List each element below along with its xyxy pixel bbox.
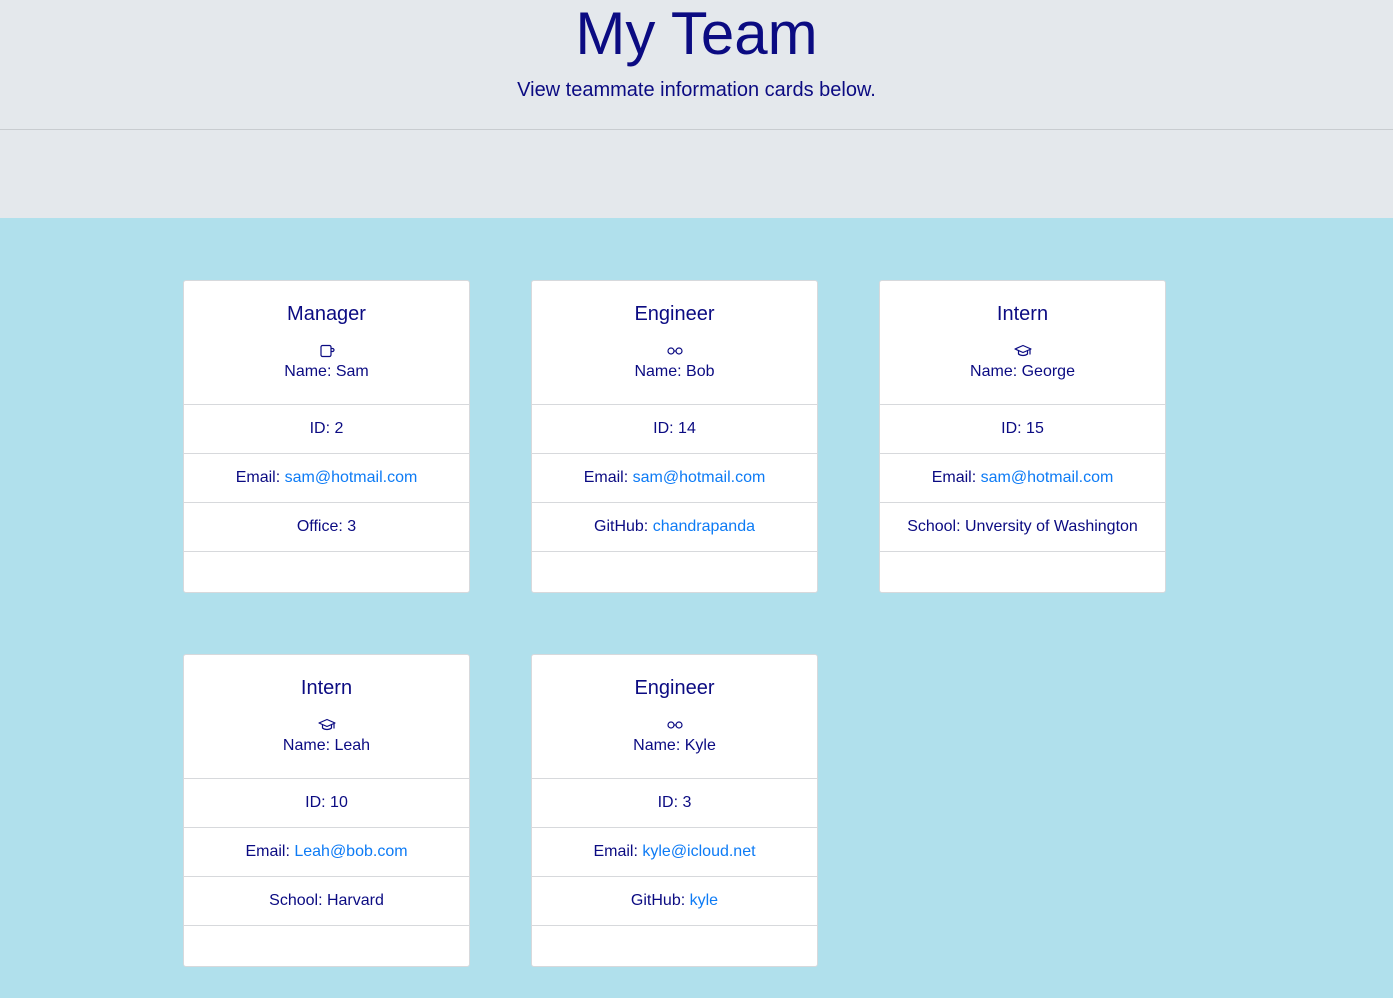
glasses-icon bbox=[532, 718, 817, 732]
header-divider bbox=[0, 129, 1393, 130]
card-name: Name: George bbox=[970, 363, 1075, 380]
card-id: ID: 3 bbox=[532, 779, 817, 828]
card-name: Name: Kyle bbox=[633, 737, 716, 754]
team-card-manager: Manager Name: Sam ID: 2 Email: sam@hotma… bbox=[183, 280, 470, 593]
card-header: Engineer Name: Bob bbox=[532, 281, 817, 405]
email-label: Email: bbox=[593, 843, 643, 860]
mug-icon bbox=[184, 344, 469, 358]
email-link[interactable]: sam@hotmail.com bbox=[981, 469, 1114, 486]
card-id: ID: 15 bbox=[880, 405, 1165, 454]
card-id: ID: 2 bbox=[184, 405, 469, 454]
card-email-row: Email: sam@hotmail.com bbox=[184, 454, 469, 503]
card-email-row: Email: sam@hotmail.com bbox=[532, 454, 817, 503]
card-email-row: Email: sam@hotmail.com bbox=[880, 454, 1165, 503]
team-card-engineer: Engineer Name: Bob ID: 14 Email: sam@hot… bbox=[531, 280, 818, 593]
github-label: GitHub: bbox=[630, 892, 690, 909]
github-label: GitHub: bbox=[594, 518, 653, 535]
email-label: Email: bbox=[245, 843, 295, 860]
card-role: Engineer bbox=[634, 677, 715, 699]
email-link[interactable]: Leah@bob.com bbox=[294, 843, 407, 860]
graduation-cap-icon bbox=[880, 344, 1165, 358]
team-card-engineer: Engineer Name: Kyle ID: 3 Email: kyle@ic… bbox=[531, 654, 818, 967]
github-link[interactable]: chandrapanda bbox=[653, 518, 755, 535]
card-school: School: Harvard bbox=[184, 877, 469, 926]
card-email-row: Email: Leah@bob.com bbox=[184, 828, 469, 877]
card-id: ID: 10 bbox=[184, 779, 469, 828]
card-role: Intern bbox=[300, 677, 353, 699]
email-label: Email: bbox=[235, 469, 285, 486]
page-subtitle: View teammate information cards below. bbox=[517, 79, 876, 101]
card-header: Manager Name: Sam bbox=[184, 281, 469, 405]
email-link[interactable]: sam@hotmail.com bbox=[633, 469, 766, 486]
email-link[interactable]: sam@hotmail.com bbox=[285, 469, 418, 486]
email-label: Email: bbox=[583, 469, 633, 486]
glasses-icon bbox=[532, 344, 817, 358]
github-link[interactable]: kyle bbox=[690, 892, 718, 909]
team-card-intern: Intern Name: George ID: 15 Email: sam@ho… bbox=[879, 280, 1166, 593]
page-header: My Team View teammate information cards … bbox=[0, 0, 1393, 218]
card-school: School: Unversity of Washington bbox=[880, 503, 1165, 552]
email-label: Email: bbox=[931, 469, 981, 486]
page-title: My Team bbox=[575, 0, 818, 67]
team-card-intern: Intern Name: Leah ID: 10 Email: Leah@bob… bbox=[183, 654, 470, 967]
card-id: ID: 14 bbox=[532, 405, 817, 454]
graduation-cap-icon bbox=[184, 718, 469, 732]
email-link[interactable]: kyle@icloud.net bbox=[642, 843, 755, 860]
card-name: Name: Sam bbox=[284, 363, 369, 380]
card-role: Engineer bbox=[634, 303, 715, 325]
card-name: Name: Bob bbox=[634, 363, 715, 380]
card-header: Intern Name: George bbox=[880, 281, 1165, 405]
card-header: Engineer Name: Kyle bbox=[532, 655, 817, 779]
card-email-row: Email: kyle@icloud.net bbox=[532, 828, 817, 877]
card-office: Office: 3 bbox=[184, 503, 469, 552]
card-role: Intern bbox=[996, 303, 1049, 325]
card-github-row: GitHub: chandrapanda bbox=[532, 503, 817, 552]
card-header: Intern Name: Leah bbox=[184, 655, 469, 779]
card-role: Manager bbox=[287, 303, 366, 325]
card-name: Name: Leah bbox=[282, 737, 371, 754]
card-github-row: GitHub: kyle bbox=[532, 877, 817, 926]
